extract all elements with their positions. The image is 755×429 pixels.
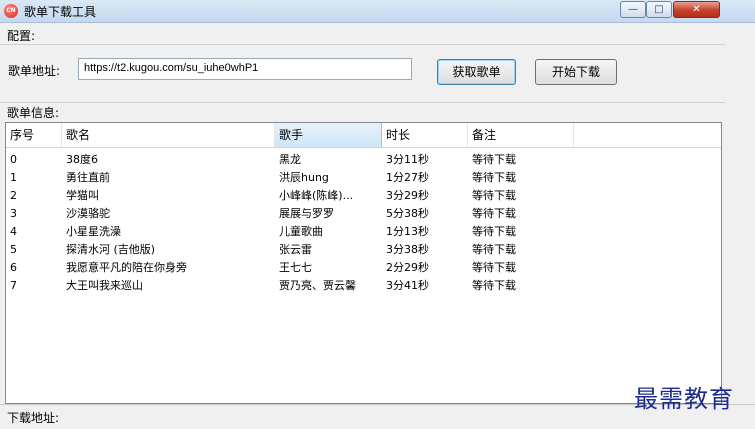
- window-title: 歌单下载工具: [24, 5, 97, 19]
- minimize-button[interactable]: —: [620, 1, 646, 18]
- watermark-text: 最需教育: [634, 385, 734, 413]
- cell-artist: 洪辰hung: [279, 171, 329, 184]
- cell-note: 等待下载: [472, 207, 516, 220]
- config-divider: [0, 44, 725, 45]
- fetch-playlist-button[interactable]: 获取歌单: [437, 59, 516, 85]
- column-header-index[interactable]: 序号: [6, 123, 62, 147]
- cell-note: 等待下载: [472, 171, 516, 184]
- cell-song: 勇往直前: [66, 171, 110, 184]
- cell-song: 学猫叫: [66, 189, 99, 202]
- table-row[interactable]: 0 38度6 黑龙 3分11秒 等待下载: [6, 151, 721, 168]
- cell-artist: 王七七: [279, 261, 312, 274]
- cell-duration: 5分38秒: [386, 207, 429, 220]
- start-download-button[interactable]: 开始下载: [535, 59, 617, 85]
- cell-song: 小星星洗澡: [66, 225, 121, 238]
- table-row[interactable]: 7 大王叫我来巡山 贾乃亮、贾云馨 3分41秒 等待下载: [6, 277, 721, 294]
- cell-artist: 贾乃亮、贾云馨: [279, 279, 356, 292]
- cell-index: 6: [10, 261, 17, 274]
- cell-song: 探清水河 (吉他版): [66, 243, 156, 256]
- cell-note: 等待下载: [472, 261, 516, 274]
- app-icon: CN: [4, 4, 18, 18]
- cell-note: 等待下载: [472, 225, 516, 238]
- column-header-note[interactable]: 备注: [468, 123, 574, 147]
- playlist-url-input[interactable]: https://t2.kugou.com/su_iuhe0whP1: [78, 58, 412, 80]
- cell-artist: 黑龙: [279, 153, 301, 166]
- cell-duration: 1分13秒: [386, 225, 429, 238]
- cell-artist: 儿童歌曲: [279, 225, 323, 238]
- download-section-label: 下载地址:: [7, 411, 60, 425]
- cell-duration: 2分29秒: [386, 261, 429, 274]
- info-section-label: 歌单信息:: [7, 106, 60, 120]
- cell-index: 0: [10, 153, 17, 166]
- close-button[interactable]: ✕: [673, 1, 720, 18]
- cell-index: 1: [10, 171, 17, 184]
- cell-song: 38度6: [66, 153, 98, 166]
- table-row[interactable]: 1 勇往直前 洪辰hung 1分27秒 等待下载: [6, 169, 721, 186]
- column-header-song[interactable]: 歌名: [62, 123, 275, 147]
- table-header: 序号 歌名 歌手 时长 备注: [6, 123, 721, 148]
- cell-index: 4: [10, 225, 17, 238]
- table-row[interactable]: 3 沙漠骆驼 展展与罗罗 5分38秒 等待下载: [6, 205, 721, 222]
- cell-duration: 3分41秒: [386, 279, 429, 292]
- maximize-button[interactable]: □: [646, 1, 672, 18]
- table-row[interactable]: 2 学猫叫 小峰峰(陈峰)... 3分29秒 等待下载: [6, 187, 721, 204]
- info-divider: [0, 102, 725, 103]
- table-row[interactable]: 6 我愿意平凡的陪在你身旁 王七七 2分29秒 等待下载: [6, 259, 721, 276]
- cell-index: 7: [10, 279, 17, 292]
- cell-note: 等待下载: [472, 189, 516, 202]
- url-label: 歌单地址:: [8, 64, 61, 78]
- cell-duration: 3分29秒: [386, 189, 429, 202]
- cell-duration: 3分11秒: [386, 153, 429, 166]
- cell-song: 大王叫我来巡山: [66, 279, 143, 292]
- cell-note: 等待下载: [472, 243, 516, 256]
- cell-duration: 1分27秒: [386, 171, 429, 184]
- config-section-label: 配置:: [7, 29, 36, 43]
- table-row[interactable]: 4 小星星洗澡 儿童歌曲 1分13秒 等待下载: [6, 223, 721, 240]
- title-bar: CN 歌单下载工具 — □ ✕: [0, 0, 755, 23]
- column-header-artist[interactable]: 歌手: [275, 123, 382, 147]
- cell-duration: 3分38秒: [386, 243, 429, 256]
- playlist-table[interactable]: 序号 歌名 歌手 时长 备注 0 38度6 黑龙 3分11秒 等待下载 1 勇往直前 洪辰hu…: [5, 122, 722, 404]
- cell-note: 等待下载: [472, 279, 516, 292]
- cell-song: 我愿意平凡的陪在你身旁: [66, 261, 187, 274]
- cell-index: 3: [10, 207, 17, 220]
- cell-artist: 张云雷: [279, 243, 312, 256]
- cell-artist: 展展与罗罗: [279, 207, 334, 220]
- cell-index: 2: [10, 189, 17, 202]
- cell-note: 等待下载: [472, 153, 516, 166]
- table-row[interactable]: 5 探清水河 (吉他版) 张云雷 3分38秒 等待下载: [6, 241, 721, 258]
- cell-artist: 小峰峰(陈峰)...: [279, 189, 354, 202]
- cell-song: 沙漠骆驼: [66, 207, 110, 220]
- column-header-duration[interactable]: 时长: [382, 123, 468, 147]
- cell-index: 5: [10, 243, 17, 256]
